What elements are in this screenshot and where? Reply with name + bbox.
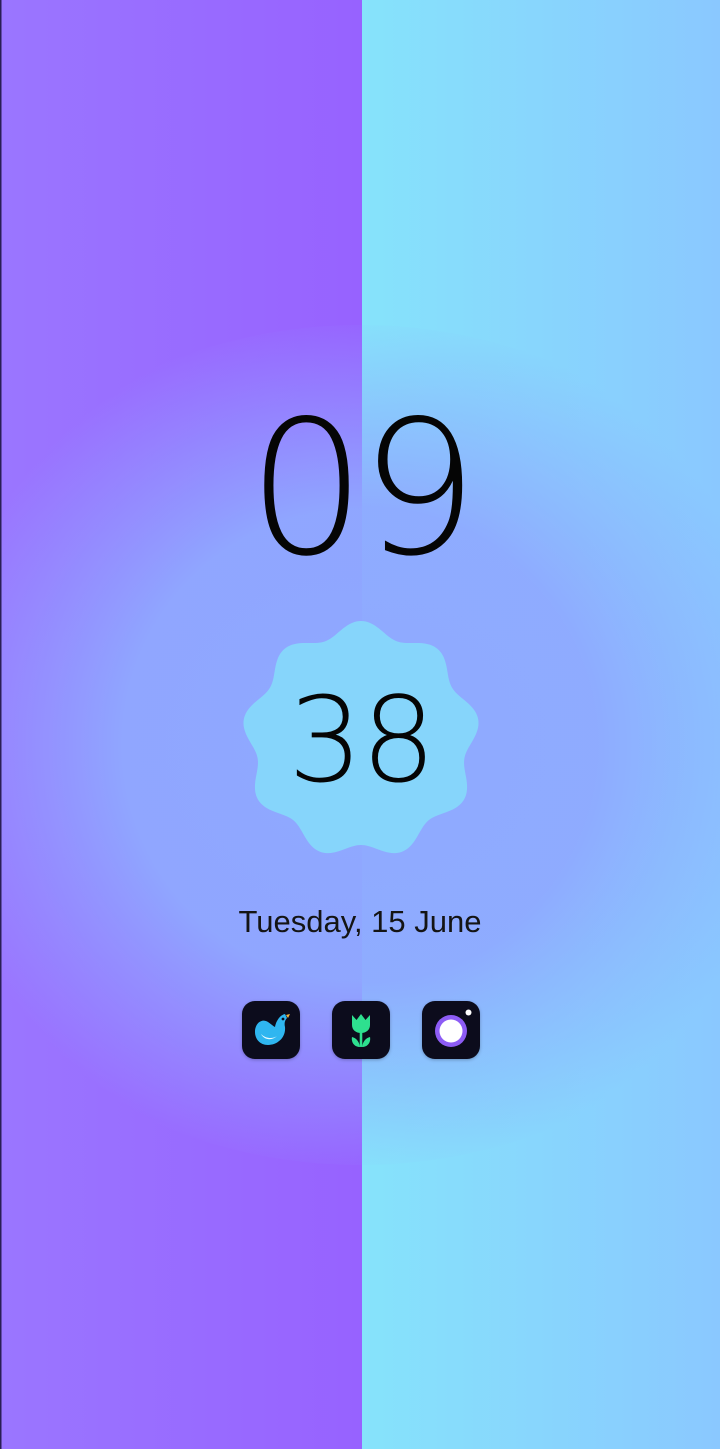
- camera-app-shortcut[interactable]: [422, 1001, 480, 1059]
- tulip-icon: [351, 1014, 371, 1047]
- date-label: Tuesday, 15 June: [238, 904, 482, 939]
- shortcut-dock: [242, 1001, 482, 1061]
- clock-hours: 09: [247, 380, 479, 597]
- minutes-badge: 38: [242, 620, 480, 860]
- bird-app-shortcut[interactable]: [242, 1001, 300, 1059]
- clock-minutes: 38: [287, 671, 436, 809]
- tulip-app-shortcut[interactable]: [332, 1001, 390, 1059]
- bird-icon: [255, 1014, 290, 1045]
- camera-icon: [435, 1009, 472, 1047]
